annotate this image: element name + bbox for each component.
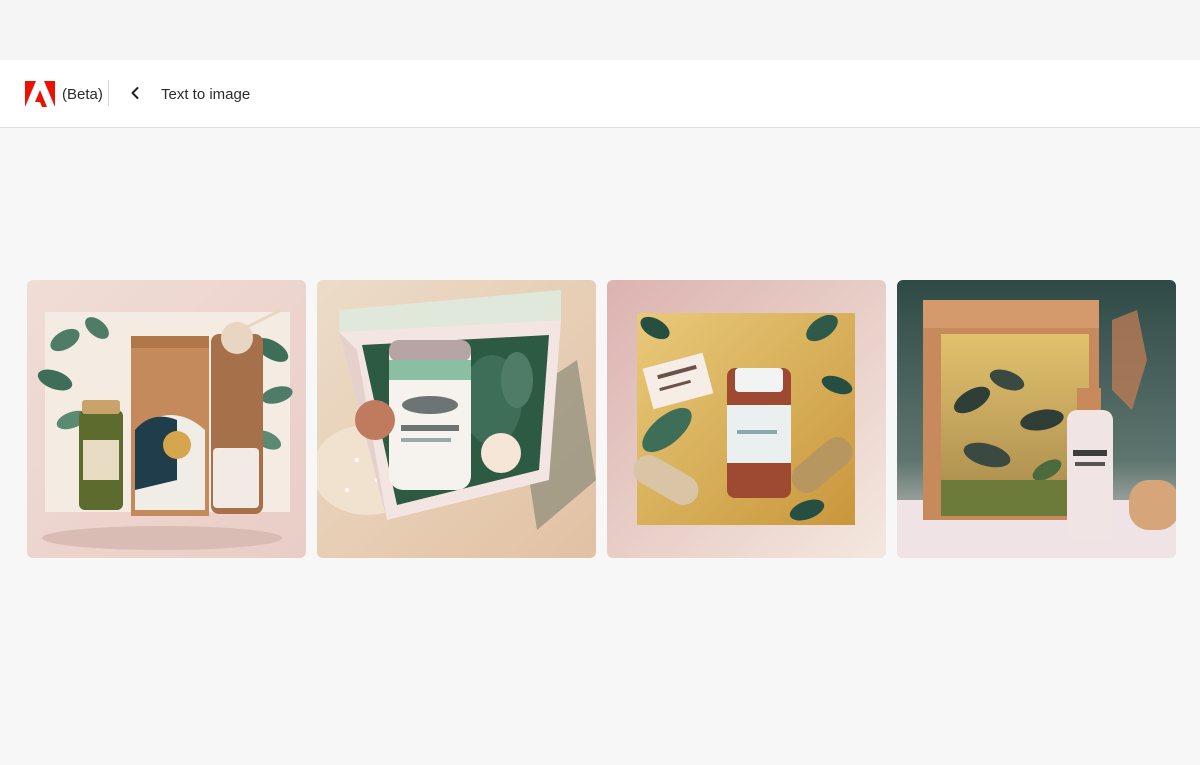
back-button[interactable] (126, 82, 144, 104)
page-title: Text to image (161, 86, 251, 103)
header-divider (108, 80, 109, 106)
generated-image-1[interactable] (27, 280, 306, 558)
generated-image-2[interactable] (317, 280, 596, 558)
generated-image-4[interactable] (897, 280, 1176, 558)
beta-label: (Beta) (62, 86, 103, 103)
chevron-left-icon (131, 87, 139, 99)
image-gallery (27, 280, 1177, 558)
generated-image-3[interactable] (607, 280, 886, 558)
app-header: (Beta) Text to image (0, 60, 1200, 128)
browser-top-strip (0, 0, 1200, 60)
adobe-logo-icon[interactable] (25, 81, 55, 107)
